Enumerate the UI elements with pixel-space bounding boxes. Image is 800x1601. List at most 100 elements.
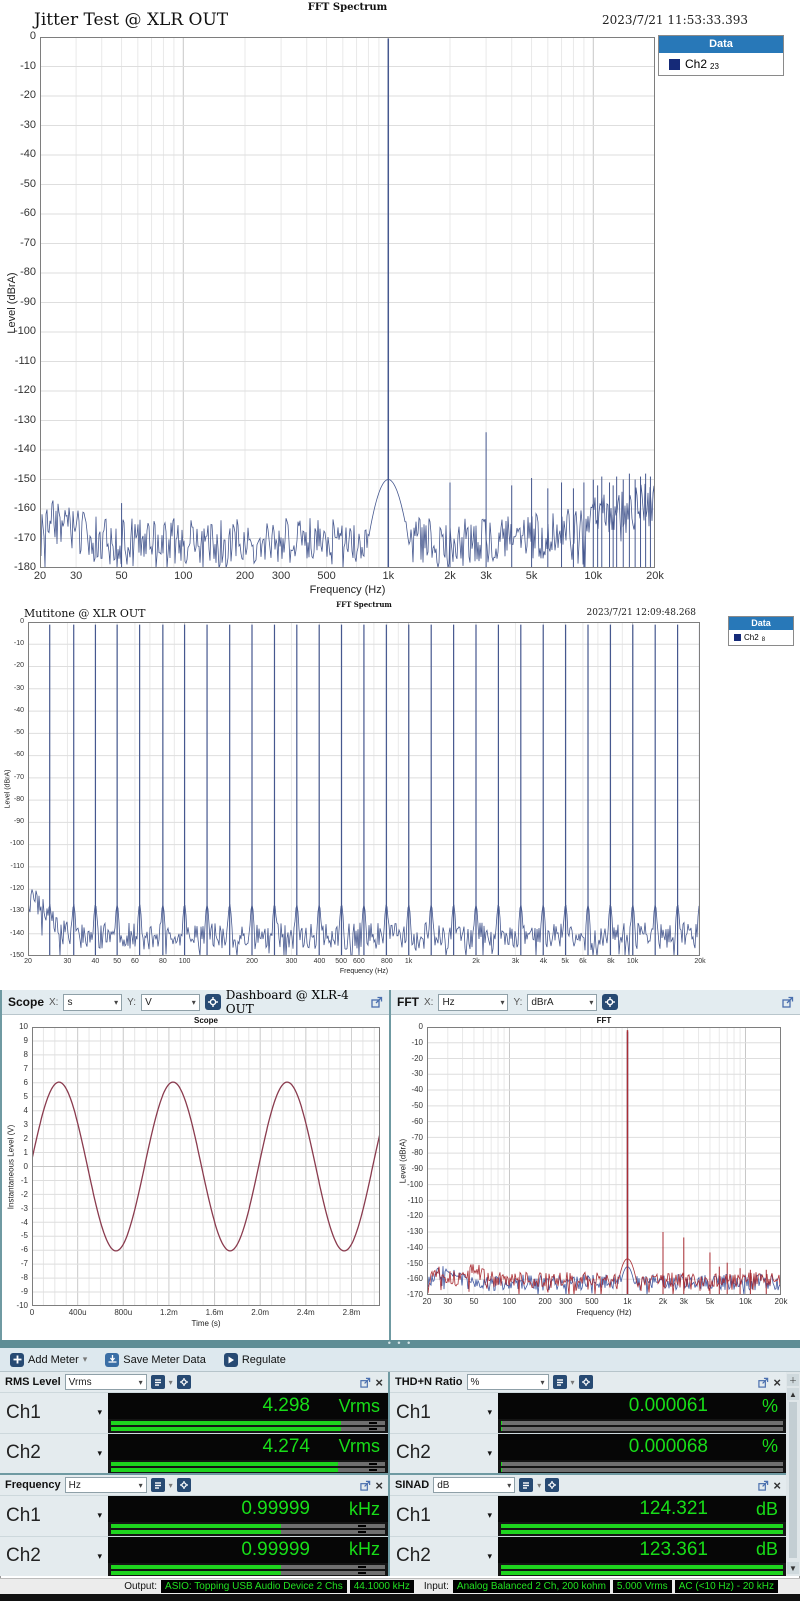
horizontal-splitter[interactable]: • • • bbox=[0, 1340, 800, 1348]
settings-gear-icon[interactable] bbox=[545, 1478, 559, 1492]
meter-display: 0.000061% bbox=[498, 1393, 786, 1419]
settings-gear-icon[interactable] bbox=[602, 994, 618, 1010]
meter-scrollbar[interactable]: ＋ ▲ ▼ bbox=[786, 1372, 800, 1576]
chevron-down-icon: ▾ bbox=[507, 1481, 511, 1490]
peak-hold-marker bbox=[358, 1531, 366, 1533]
expand-icon[interactable] bbox=[360, 1480, 371, 1491]
bar-meter-track bbox=[111, 1462, 385, 1466]
bar-meter-fill bbox=[501, 1565, 783, 1569]
y-tick-label: -50 bbox=[391, 1101, 423, 1110]
settings-gear-icon[interactable] bbox=[177, 1478, 191, 1492]
display-mode-icon[interactable] bbox=[151, 1375, 165, 1389]
chevron-down-icon: ▾ bbox=[487, 1510, 492, 1521]
x-tick-label: 1k bbox=[393, 958, 425, 965]
panel-title: FFT bbox=[397, 995, 419, 1009]
meter-value: 0.99999 bbox=[241, 1539, 310, 1561]
close-icon[interactable]: × bbox=[773, 1376, 781, 1389]
x-axis-title: Frequency (Hz) bbox=[427, 1308, 781, 1317]
dash_fft-plot[interactable] bbox=[427, 1027, 781, 1295]
jitter_fft-plot[interactable] bbox=[40, 37, 655, 568]
meter-value: 4.298 bbox=[262, 1395, 310, 1417]
peak-hold-marker bbox=[358, 1566, 366, 1568]
x-units-dropdown[interactable]: s▾ bbox=[63, 994, 122, 1011]
x-tick-label: 2.0m bbox=[244, 1308, 276, 1317]
y-units-dropdown[interactable]: V▾ bbox=[141, 994, 200, 1011]
channel-selector[interactable]: Ch2▾ bbox=[0, 1537, 108, 1577]
scope-plot[interactable] bbox=[32, 1027, 380, 1306]
meter-unit-dropdown[interactable]: dB▾ bbox=[433, 1477, 515, 1493]
meter-unit: Vrms bbox=[328, 1436, 380, 1457]
chevron-down-icon[interactable]: ▾ bbox=[571, 1378, 575, 1387]
display-mode-icon[interactable] bbox=[519, 1478, 533, 1492]
meter-unit-dropdown[interactable]: Vrms▾ bbox=[65, 1374, 147, 1390]
expand-icon[interactable] bbox=[758, 1480, 769, 1491]
dashboard-link[interactable]: Dashboard @ XLR-4 OUT bbox=[226, 988, 361, 1016]
close-icon[interactable]: × bbox=[375, 1479, 383, 1492]
chevron-down-icon[interactable]: ▾ bbox=[169, 1481, 173, 1490]
y-tick-label: -140 bbox=[0, 930, 24, 937]
scroll-up-icon[interactable]: ▲ bbox=[787, 1388, 799, 1400]
scrollbar-track[interactable] bbox=[789, 1402, 797, 1558]
channel-selector[interactable]: Ch1▾ bbox=[0, 1393, 108, 1433]
meter-channel-row: Ch2▾0.99999kHz bbox=[0, 1536, 388, 1577]
meter-unit-dropdown[interactable]: %▾ bbox=[467, 1374, 549, 1390]
settings-gear-icon[interactable] bbox=[177, 1375, 191, 1389]
expand-icon[interactable] bbox=[782, 996, 794, 1008]
scope-panel-header: Scope X: s▾ Y: V▾ Dashboard @ XLR-4 OUT bbox=[2, 990, 389, 1015]
meter-header: FrequencyHz▾▾× bbox=[0, 1475, 388, 1495]
legend-item[interactable]: Ch2 8 bbox=[729, 630, 793, 645]
channel-selector[interactable]: Ch1▾ bbox=[390, 1496, 498, 1536]
regulate-button[interactable]: Regulate bbox=[218, 1351, 292, 1369]
meter-unit: % bbox=[726, 1396, 778, 1417]
y-tick-label: -4 bbox=[0, 1218, 28, 1227]
y-tick-label: -150 bbox=[4, 473, 36, 485]
meter-unit: kHz bbox=[328, 1499, 380, 1520]
bar-meter-track bbox=[111, 1571, 385, 1575]
y-tick-label: -10 bbox=[391, 1038, 423, 1047]
legend-item[interactable]: Ch2 23 bbox=[659, 53, 783, 75]
settings-gear-icon[interactable] bbox=[205, 994, 221, 1010]
expand-icon[interactable] bbox=[371, 996, 383, 1008]
x-tick-label: 1.2m bbox=[153, 1308, 185, 1317]
meter-bars bbox=[108, 1460, 388, 1474]
display-mode-icon[interactable] bbox=[553, 1375, 567, 1389]
y-tick-label: -10 bbox=[0, 1301, 28, 1310]
meter-bars bbox=[498, 1563, 786, 1577]
expand-icon[interactable] bbox=[360, 1377, 371, 1388]
channel-selector[interactable]: Ch2▾ bbox=[390, 1434, 498, 1474]
close-icon[interactable]: × bbox=[773, 1479, 781, 1492]
display-mode-icon[interactable] bbox=[151, 1478, 165, 1492]
chevron-down-icon: ▾ bbox=[487, 1407, 492, 1418]
bar-meter-track bbox=[501, 1530, 783, 1534]
close-icon[interactable]: × bbox=[375, 1376, 383, 1389]
series-swatch bbox=[734, 634, 741, 641]
chevron-down-icon[interactable]: ▾ bbox=[537, 1481, 541, 1490]
x-tick-label: 10k bbox=[617, 958, 649, 965]
y-tick-label: 4 bbox=[0, 1106, 28, 1115]
add-meter-button[interactable]: Add Meter▾ bbox=[4, 1351, 93, 1369]
graph-title: Jitter Test @ XLR OUT bbox=[34, 10, 228, 30]
scroll-down-icon[interactable]: ▼ bbox=[787, 1562, 799, 1574]
channel-label: Ch2 bbox=[6, 1545, 41, 1567]
add-panel-button[interactable]: ＋ bbox=[787, 1374, 799, 1386]
meter-channel-row: Ch2▾123.361dB bbox=[390, 1536, 786, 1577]
legend-box: Data Ch2 8 bbox=[728, 616, 794, 646]
chevron-down-icon: ▾ bbox=[97, 1407, 102, 1418]
multitone_fft-plot[interactable] bbox=[28, 622, 700, 956]
bar-meter-track bbox=[111, 1421, 385, 1425]
y-units-dropdown[interactable]: dBrA▾ bbox=[527, 994, 597, 1011]
settings-gear-icon[interactable] bbox=[579, 1375, 593, 1389]
channel-selector[interactable]: Ch2▾ bbox=[0, 1434, 108, 1474]
meter-unit-dropdown[interactable]: Hz▾ bbox=[65, 1477, 147, 1493]
x-units-dropdown[interactable]: Hz▾ bbox=[438, 994, 508, 1011]
chevron-down-icon[interactable]: ▾ bbox=[169, 1378, 173, 1387]
multitone-fft-graph-block: FFT Spectrum Mutitone @ XLR OUT 2023/7/2… bbox=[0, 598, 800, 992]
y-tick-label: 0 bbox=[391, 1022, 423, 1031]
expand-icon[interactable] bbox=[758, 1377, 769, 1388]
channel-selector[interactable]: Ch1▾ bbox=[0, 1496, 108, 1536]
channel-selector[interactable]: Ch2▾ bbox=[390, 1537, 498, 1577]
chevron-down-icon: ▾ bbox=[97, 1448, 102, 1459]
status-badge: Analog Balanced 2 Ch, 200 kohm bbox=[453, 1580, 610, 1593]
channel-selector[interactable]: Ch1▾ bbox=[390, 1393, 498, 1433]
save-meter-data-button[interactable]: Save Meter Data bbox=[99, 1351, 212, 1369]
